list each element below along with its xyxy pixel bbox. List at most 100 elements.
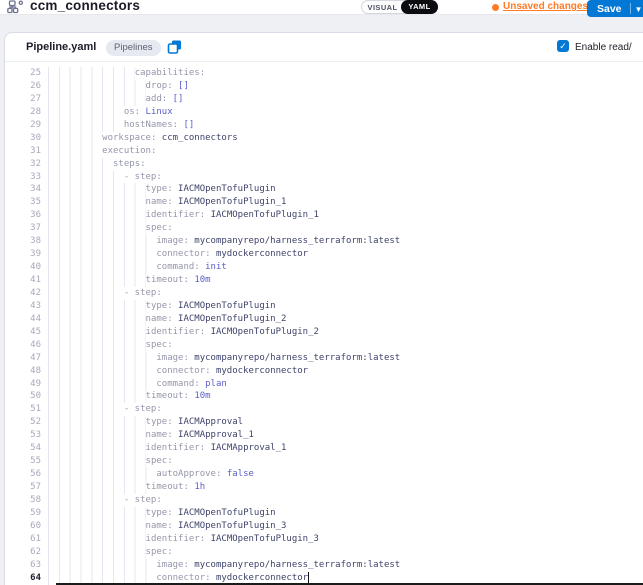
indent-guides: [48, 106, 124, 119]
code-line[interactable]: 30workspace: ccm_connectors: [5, 132, 643, 145]
code-line[interactable]: 33- step:: [5, 171, 643, 184]
code-line[interactable]: 46spec:: [5, 339, 643, 352]
gutter-gap: [41, 171, 48, 184]
code-editor[interactable]: 25 capabilities:26drop: []27add: []28os: …: [5, 62, 643, 585]
gutter-gap: [41, 235, 48, 248]
code-line[interactable]: 44name: IACMOpenTofuPlugin_2: [5, 313, 643, 326]
yaml-key: command:: [156, 378, 205, 391]
yaml-key: name:: [146, 429, 179, 442]
code-line[interactable]: 29hostNames: []: [5, 119, 643, 132]
indent-guides: [48, 352, 156, 365]
code-line[interactable]: 27add: []: [5, 93, 643, 106]
yaml-key: - step:: [124, 403, 162, 416]
gutter-gap: [41, 546, 48, 559]
code-line[interactable]: 26drop: []: [5, 80, 643, 93]
code-line[interactable]: 54identifier: IACMApproval_1: [5, 442, 643, 455]
code-line[interactable]: 53name: IACMApproval_1: [5, 429, 643, 442]
code-line[interactable]: 32steps:: [5, 158, 643, 171]
line-number: 58: [5, 494, 41, 507]
code-line[interactable]: 25 capabilities:: [5, 67, 643, 80]
indent-guides: [48, 183, 146, 196]
line-number: 52: [5, 416, 41, 429]
indent-guides: [48, 559, 156, 572]
indent-guides: [48, 546, 146, 559]
code-line[interactable]: 57timeout: 1h: [5, 481, 643, 494]
code-line[interactable]: 42- step:: [5, 287, 643, 300]
visual-yaml-toggle[interactable]: VISUAL YAML: [361, 0, 438, 14]
line-number: 44: [5, 313, 41, 326]
yaml-key: identifier:: [146, 209, 211, 222]
indent-guides: [48, 235, 156, 248]
save-button-label[interactable]: Save: [587, 3, 630, 15]
code-line[interactable]: 48connector: mydockerconnector: [5, 365, 643, 378]
code-line[interactable]: 34type: IACMOpenTofuPlugin: [5, 183, 643, 196]
yaml-key: type:: [146, 183, 179, 196]
yaml-value: IACMOpenTofuPlugin: [178, 300, 276, 313]
code-line[interactable]: 43type: IACMOpenTofuPlugin: [5, 300, 643, 313]
code-line[interactable]: 38image: mycompanyrepo/harness_terraform…: [5, 235, 643, 248]
page-title: ccm_connectors: [30, 0, 140, 13]
code-line[interactable]: 50timeout: 10m: [5, 390, 643, 403]
code-line[interactable]: 36identifier: IACMOpenTofuPlugin_1: [5, 209, 643, 222]
indent-guides: [48, 158, 113, 171]
code-line[interactable]: 37spec:: [5, 222, 643, 235]
code-line[interactable]: 56autoApprove: false: [5, 468, 643, 481]
save-button[interactable]: Save ▼: [587, 0, 643, 17]
line-number: 34: [5, 183, 41, 196]
line-number: 36: [5, 209, 41, 222]
code-line[interactable]: 60name: IACMOpenTofuPlugin_3: [5, 520, 643, 533]
code-line[interactable]: 58- step:: [5, 494, 643, 507]
line-number: 25: [5, 67, 41, 80]
gutter-gap: [41, 158, 48, 171]
line-number: 61: [5, 533, 41, 546]
code-line[interactable]: 39connector: mydockerconnector: [5, 248, 643, 261]
code-line[interactable]: 61identifier: IACMOpenTofuPlugin_3: [5, 533, 643, 546]
indent-guides: [48, 132, 102, 145]
copy-icon[interactable]: [167, 39, 183, 55]
code-line[interactable]: 31execution:: [5, 145, 643, 158]
yaml-key: os:: [124, 106, 146, 119]
indent-guides: [48, 468, 156, 481]
indent-guides: [48, 494, 124, 507]
yaml-key: type:: [146, 300, 179, 313]
gutter-gap: [41, 559, 48, 572]
pipeline-header: ccm_connectors VISUAL YAML Unsaved chang…: [0, 0, 643, 15]
yaml-key: capabilities:: [135, 67, 205, 80]
chevron-down-icon[interactable]: ▼: [631, 4, 643, 14]
line-number: 53: [5, 429, 41, 442]
unsaved-changes-link[interactable]: Unsaved changes: [503, 1, 588, 12]
line-number: 51: [5, 403, 41, 416]
yaml-panel: Pipeline.yaml Pipelines ✓ Enable read/ 2…: [4, 32, 643, 585]
code-line[interactable]: 49command: plan: [5, 378, 643, 391]
yaml-value: IACMApproval_1: [211, 442, 287, 455]
line-number: 59: [5, 507, 41, 520]
toggle-visual[interactable]: VISUAL: [362, 3, 401, 12]
yaml-value: []: [173, 93, 184, 106]
toggle-yaml[interactable]: YAML: [401, 0, 438, 14]
code-line[interactable]: 55spec:: [5, 455, 643, 468]
yaml-value: mydockerconnector: [216, 248, 308, 261]
indent-guides: [48, 507, 146, 520]
gutter-gap: [41, 378, 48, 391]
code-line[interactable]: 63image: mycompanyrepo/harness_terraform…: [5, 559, 643, 572]
code-line[interactable]: 40command: init: [5, 261, 643, 274]
code-line[interactable]: 47image: mycompanyrepo/harness_terraform…: [5, 352, 643, 365]
yaml-value: mycompanyrepo/harness_terraform:latest: [194, 559, 400, 572]
code-line[interactable]: 62spec:: [5, 546, 643, 559]
line-number: 55: [5, 455, 41, 468]
indent-guides: [48, 520, 146, 533]
code-line[interactable]: 41timeout: 10m: [5, 274, 643, 287]
code-line[interactable]: 52type: IACMApproval: [5, 416, 643, 429]
yaml-value: mydockerconnector: [216, 365, 308, 378]
code-line[interactable]: 35name: IACMOpenTofuPlugin_1: [5, 196, 643, 209]
gutter-gap: [41, 390, 48, 403]
code-line[interactable]: 45identifier: IACMOpenTofuPlugin_2: [5, 326, 643, 339]
enable-readonly-checkbox[interactable]: ✓: [557, 40, 569, 52]
yaml-key: - step:: [124, 287, 162, 300]
code-line[interactable]: 51 - step:: [5, 403, 643, 416]
yaml-value: mycompanyrepo/harness_terraform:latest: [194, 352, 400, 365]
yaml-value: IACMOpenTofuPlugin: [178, 507, 276, 520]
code-line[interactable]: 28os: Linux: [5, 106, 643, 119]
yaml-key: type:: [146, 507, 179, 520]
code-line[interactable]: 59 type: IACMOpenTofuPlugin: [5, 507, 643, 520]
